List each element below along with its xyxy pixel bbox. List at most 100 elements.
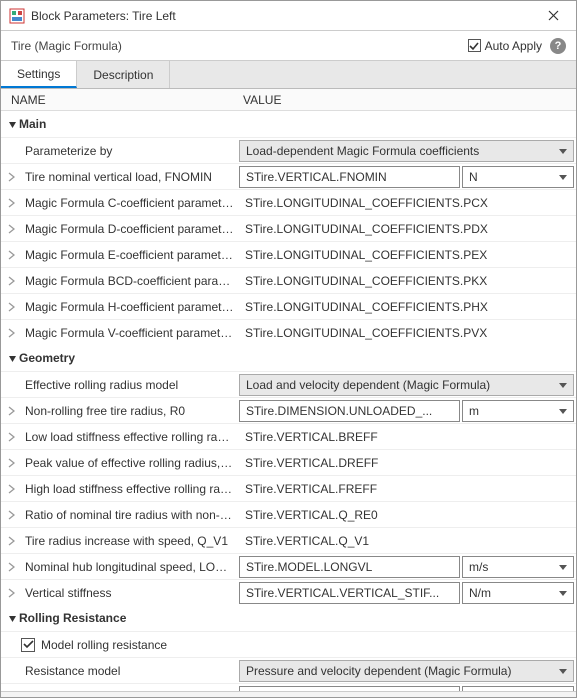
param-row: Model rolling resistance	[1, 631, 576, 657]
param-label: Magic Formula E-coefficient parameter,..…	[21, 248, 239, 262]
value-input[interactable]: STire.VERTICAL.FNOMIN	[239, 166, 460, 188]
dropdown[interactable]: Pressure and velocity dependent (Magic F…	[239, 660, 574, 682]
group-geometry[interactable]: Geometry	[1, 345, 576, 371]
chevron-right-icon[interactable]	[1, 250, 21, 260]
param-label: Nominal hub longitudinal speed, LONGVL	[21, 560, 239, 574]
param-row: Non-rolling free tire radius, R0STire.DI…	[1, 397, 576, 423]
param-row: Vertical stiffnessSTire.VERTICAL.VERTICA…	[1, 579, 576, 605]
col-value: VALUE	[239, 93, 558, 107]
value-readonly: STire.VERTICAL.Q_V1	[239, 530, 574, 552]
value-input[interactable]: STire.MODEL.LONGVL	[239, 556, 460, 578]
value-readonly: STire.VERTICAL.Q_RE0	[239, 504, 574, 526]
auto-apply-toggle[interactable]: Auto Apply	[468, 39, 542, 53]
value-readonly: STire.LONGITUDINAL_COEFFICIENTS.PHX	[239, 296, 574, 318]
unit-select[interactable]: m/s	[462, 556, 574, 578]
unit-select[interactable]: m	[462, 400, 574, 422]
param-row: Tire nominal vertical load, FNOMINSTire.…	[1, 163, 576, 189]
unit-select[interactable]: N	[462, 166, 574, 188]
block-type-label: Tire (Magic Formula)	[11, 39, 468, 53]
param-row: Parameterize by Load-dependent Magic Form…	[1, 137, 576, 163]
value-input[interactable]: STire.DIMENSION.UNLOADED_...	[239, 400, 460, 422]
value-readonly: STire.VERTICAL.BREFF	[239, 426, 574, 448]
param-row: Ratio of nominal tire radius with non-ro…	[1, 501, 576, 527]
value-readonly: STire.LONGITUDINAL_COEFFICIENTS.PDX	[239, 218, 574, 240]
param-row: Low load stiffness effective rolling rad…	[1, 423, 576, 449]
param-label: Magic Formula D-coefficient parameter...	[21, 222, 239, 236]
param-label: Vertical stiffness	[21, 586, 239, 600]
footer	[1, 691, 576, 697]
param-row: Effective rolling radius model Load and v…	[1, 371, 576, 397]
dropdown[interactable]: Load-dependent Magic Formula coefficient…	[239, 140, 574, 162]
chevron-right-icon[interactable]	[1, 328, 21, 338]
param-label: Magic Formula C-coefficient parameter,..…	[21, 196, 239, 210]
param-label: Low load stiffness effective rolling rad…	[21, 430, 239, 444]
param-label: Model rolling resistance	[41, 638, 167, 652]
auto-apply-label: Auto Apply	[485, 39, 542, 53]
app-icon	[9, 8, 25, 24]
dropdown-value: Load and velocity dependent (Magic Formu…	[246, 378, 490, 392]
param-row: Magic Formula E-coefficient parameter,..…	[1, 241, 576, 267]
group-rolling-resistance[interactable]: Rolling Resistance	[1, 605, 576, 631]
close-button[interactable]	[538, 1, 568, 31]
chevron-right-icon[interactable]	[1, 458, 21, 468]
param-row: Magic Formula D-coefficient parameter...…	[1, 215, 576, 241]
param-label: Magic Formula H-coefficient parameter...	[21, 300, 239, 314]
value-readonly: STire.VERTICAL.DREFF	[239, 452, 574, 474]
chevron-right-icon[interactable]	[1, 224, 21, 234]
param-label: Non-rolling free tire radius, R0	[21, 404, 239, 418]
tab-bar: Settings Description	[1, 61, 576, 89]
expand-icon	[5, 354, 19, 363]
chevron-right-icon[interactable]	[1, 276, 21, 286]
unit-select[interactable]: N/m	[462, 582, 574, 604]
dropdown[interactable]: Load and velocity dependent (Magic Formu…	[239, 374, 574, 396]
subheader: Tire (Magic Formula) Auto Apply ?	[1, 31, 576, 61]
col-name: NAME	[1, 93, 239, 107]
chevron-right-icon[interactable]	[1, 198, 21, 208]
group-title: Main	[19, 117, 46, 131]
auto-apply-checkbox[interactable]	[468, 39, 481, 52]
checkbox[interactable]	[21, 638, 35, 652]
expand-icon	[5, 120, 19, 129]
dropdown-value: Load-dependent Magic Formula coefficient…	[246, 144, 479, 158]
dropdown-value: Pressure and velocity dependent (Magic F…	[246, 664, 511, 678]
param-row: High load stiffness effective rolling ra…	[1, 475, 576, 501]
tab-description[interactable]: Description	[77, 61, 170, 88]
chevron-right-icon[interactable]	[1, 562, 21, 572]
param-label: Tire radius increase with speed, Q_V1	[21, 534, 239, 548]
value-readonly: STire.LONGITUDINAL_COEFFICIENTS.PVX	[239, 322, 574, 344]
param-row: Magic Formula V-coefficient parameter,..…	[1, 319, 576, 345]
group-main[interactable]: Main	[1, 111, 576, 137]
param-row: Magic Formula BCD-coefficient paramet...…	[1, 267, 576, 293]
window-title: Block Parameters: Tire Left	[31, 9, 538, 23]
param-row: Magic Formula H-coefficient parameter...…	[1, 293, 576, 319]
param-label: Parameterize by	[21, 144, 239, 158]
unit-select[interactable]: Pa	[462, 686, 574, 692]
titlebar: Block Parameters: Tire Left	[1, 1, 576, 31]
tab-settings[interactable]: Settings	[1, 61, 77, 88]
parameter-table[interactable]: Main Parameterize by Load-dependent Magic …	[1, 111, 576, 691]
chevron-right-icon[interactable]	[1, 302, 21, 312]
expand-icon	[5, 614, 19, 623]
chevron-right-icon[interactable]	[1, 588, 21, 598]
chevron-right-icon[interactable]	[1, 432, 21, 442]
group-title: Geometry	[19, 351, 75, 365]
param-row: Tire radius increase with speed, Q_V1STi…	[1, 527, 576, 553]
param-label: Peak value of effective rolling radius, …	[21, 456, 239, 470]
param-row: Nominal hub longitudinal speed, LONGVLST…	[1, 553, 576, 579]
param-row: Resistance model Pressure and velocity de…	[1, 657, 576, 683]
chevron-right-icon[interactable]	[1, 536, 21, 546]
param-label: High load stiffness effective rolling ra…	[21, 482, 239, 496]
param-label: Magic Formula V-coefficient parameter,..…	[21, 326, 239, 340]
param-label: Effective rolling radius model	[21, 378, 239, 392]
chevron-right-icon[interactable]	[1, 406, 21, 416]
param-label: Resistance model	[21, 664, 239, 678]
param-label: Ratio of nominal tire radius with non-ro…	[21, 508, 239, 522]
value-readonly: STire.LONGITUDINAL_COEFFICIENTS.PCX	[239, 192, 574, 214]
chevron-right-icon[interactable]	[1, 172, 21, 182]
help-button[interactable]: ?	[550, 38, 566, 54]
value-input[interactable]: STire.VERTICAL.VERTICAL_STIF...	[239, 582, 460, 604]
chevron-right-icon[interactable]	[1, 510, 21, 520]
param-row: Peak value of effective rolling radius, …	[1, 449, 576, 475]
group-title: Rolling Resistance	[19, 611, 126, 625]
chevron-right-icon[interactable]	[1, 484, 21, 494]
